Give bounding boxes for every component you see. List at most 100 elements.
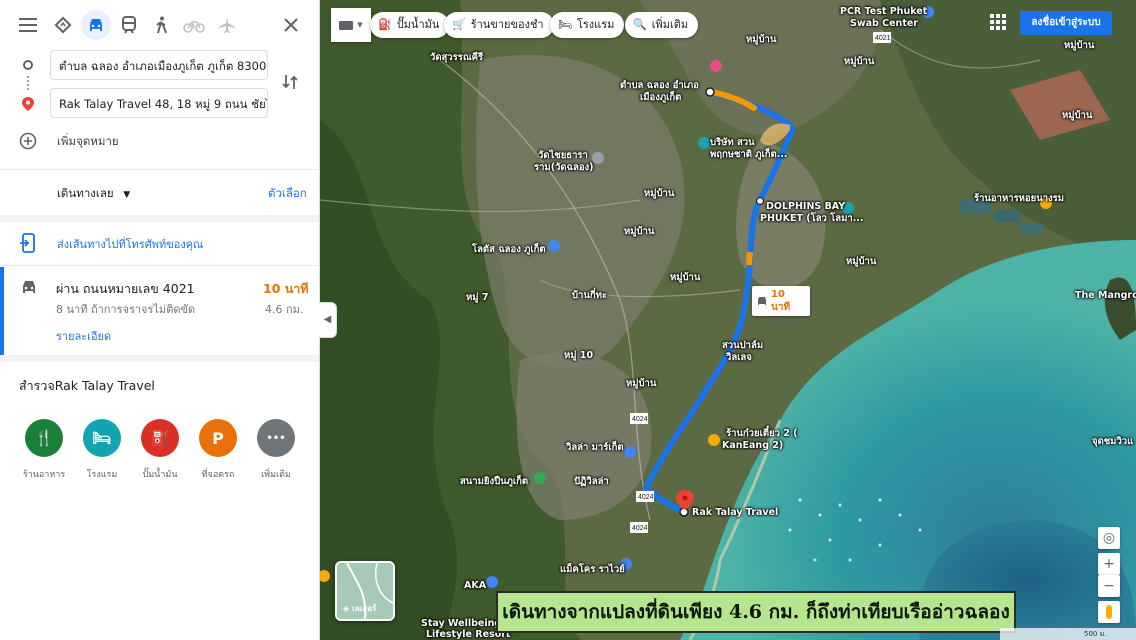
chip-more[interactable]: 🔍 เพิ่มเติม: [625, 12, 699, 38]
map-place-label[interactable]: วิลเลจ: [726, 352, 752, 364]
menu-icon[interactable]: [13, 10, 43, 40]
map-place-label[interactable]: ตำบล ฉลอง อำเภอ: [620, 80, 699, 92]
swap-icon[interactable]: [282, 73, 298, 95]
destination-input[interactable]: Rak Talay Travel 48, 18 หมู่ 9 ถนน ชัยไธ…: [50, 88, 268, 118]
scale-label: 500 ม.: [1084, 630, 1107, 638]
origin-input[interactable]: ตำบล ฉลอง อำเภอเมืองภูเก็ต ภูเก็ต 83000: [50, 50, 268, 80]
layers-icon: ◈: [343, 604, 350, 613]
map-place-label[interactable]: วิลล่า มาร์เก็ต: [566, 442, 624, 454]
map-place-label[interactable]: โลตัส ฉลอง ภูเก็ต: [472, 244, 546, 256]
chip-grocery[interactable]: 🛒 ร้านขายของชำ: [444, 12, 554, 38]
flight-mode-icon[interactable]: [212, 10, 242, 40]
map-place-label[interactable]: Rak Talay Travel: [692, 507, 778, 519]
layers-button[interactable]: ◈ เลเยอร์: [335, 561, 395, 621]
map-place-label[interactable]: เมืองภูเก็ต: [640, 92, 681, 104]
street-view-pegman[interactable]: [1098, 601, 1120, 623]
map-place-label[interactable]: หมู่บ้าน: [626, 378, 656, 390]
walking-mode-icon[interactable]: [146, 10, 176, 40]
map-place-label[interactable]: บ้านกี่ทะ: [572, 290, 607, 302]
best-route-icon[interactable]: [48, 10, 78, 40]
minus-icon: −: [1103, 578, 1115, 594]
map-footer: 500 ม.: [1000, 628, 1136, 640]
gas-station-icon[interactable]: ⛽: [141, 419, 179, 457]
car-icon: [20, 279, 38, 299]
chip-label: ร้านขายของชำ: [470, 18, 544, 31]
section-divider: [0, 215, 319, 222]
map-place-label[interactable]: หมู่ 7: [466, 292, 488, 304]
map-place-label[interactable]: หมู่บ้าน: [1062, 110, 1092, 122]
map-place-label[interactable]: หมู่บ้าน: [844, 56, 874, 68]
cart-icon: 🛒: [452, 18, 466, 31]
map-place-label[interactable]: KanEang 2): [722, 440, 783, 452]
hotel-icon[interactable]: 🛏: [83, 419, 121, 457]
map-place-label[interactable]: หมู่ 10: [564, 350, 593, 362]
route-option-card[interactable]: ผ่าน ถนนหมายเลข 4021 10 นาที 8 นาที ถ้าก…: [0, 267, 319, 355]
phone-icon[interactable]: [20, 233, 36, 257]
map-place-label[interactable]: หมู่บ้าน: [624, 226, 654, 238]
map-place-label[interactable]: หมู่บ้าน: [746, 34, 776, 46]
map-place-label[interactable]: ราม(วัดฉลอง): [534, 162, 594, 174]
route-duration: 10 นาที: [263, 281, 309, 296]
map-place-label[interactable]: พฤกษชาติ ภูเก็ต...: [710, 149, 788, 161]
chip-gas-station[interactable]: ⛽ ปั๊มน้ำมัน: [370, 12, 450, 38]
map-place-label[interactable]: AKA: [464, 580, 486, 592]
driving-mode-icon[interactable]: [81, 10, 111, 40]
my-location-button[interactable]: ◎: [1098, 527, 1120, 549]
map-place-label[interactable]: วัดสุวรรณคีรี: [430, 52, 483, 64]
route-details-link[interactable]: รายละเอียด: [56, 327, 111, 345]
sign-in-button[interactable]: ลงชื่อเข้าสู่ระบบ: [1020, 11, 1112, 35]
map-place-label[interactable]: สวนปาล์ม: [722, 340, 763, 352]
map-place-label[interactable]: ร้านก๋วยเตี๋ยว 2 (: [726, 428, 797, 440]
travel-mode-bar: [0, 0, 319, 50]
map-place-label[interactable]: สนามยิงปืนภูเก็ต: [460, 476, 528, 488]
map-place-label[interactable]: หมู่บ้าน: [1064, 40, 1094, 52]
apps-grid-icon[interactable]: [990, 14, 1006, 30]
depart-now-label: เดินทางเลย: [57, 186, 114, 200]
route-dots: [27, 76, 29, 90]
map-place-label[interactable]: PCR Test Phuket: [840, 6, 927, 18]
restaurant-icon[interactable]: 🍴: [25, 419, 63, 457]
map-place-label[interactable]: หมู่บ้าน: [846, 256, 876, 268]
more-icon[interactable]: •••: [257, 419, 295, 457]
explore-label: ร้านอาหาร: [22, 470, 66, 480]
depart-now-dropdown[interactable]: เดินทางเลย ▼: [57, 185, 130, 203]
caption-overlay: เดินทางจากแปลงที่ดินเพียง 4.6 กม. ก็ถึงท…: [496, 591, 1016, 633]
gas-pump-icon: ⛽: [378, 18, 392, 31]
parking-icon[interactable]: P: [199, 419, 237, 457]
explore-label: ปั๊มน้ำมัน: [142, 470, 178, 480]
zoom-out-button[interactable]: −: [1098, 575, 1120, 597]
map-canvas[interactable]: 4021 4024 4024 4024 ตำบล ฉลอง อำเภอ เมือ…: [320, 0, 1136, 640]
keyboard-shortcuts-button[interactable]: ▼: [331, 8, 371, 42]
map-place-label[interactable]: ร้านอาหารหอยนางรม: [974, 193, 1064, 205]
pegman-icon: [1106, 605, 1112, 619]
map-place-label[interactable]: บริษัท สวน: [710, 137, 755, 149]
bed-icon: 🛏: [558, 18, 572, 31]
map-place-label[interactable]: Swab Center: [850, 18, 918, 30]
section-divider: [0, 355, 319, 362]
google-maps-app: ตำบล ฉลอง อำเภอเมืองภูเก็ต ภูเก็ต 83000 …: [0, 0, 1136, 640]
chip-hotels[interactable]: 🛏 โรงแรม: [550, 12, 625, 38]
car-icon: [756, 296, 768, 309]
map-place-label[interactable]: แม็คโคร ราไวย์: [560, 564, 625, 576]
map-place-label[interactable]: วัดไชยธารา: [538, 150, 588, 162]
zoom-in-button[interactable]: +: [1098, 553, 1120, 575]
map-place-label[interactable]: หมู่บ้าน: [670, 272, 700, 284]
transit-mode-icon[interactable]: [114, 10, 144, 40]
map-place-label[interactable]: DOLPHINS BAY: [766, 201, 845, 213]
map-place-label[interactable]: จุดชมวิวแ: [1092, 436, 1133, 448]
options-button[interactable]: ตัวเลือก: [268, 185, 307, 203]
cycling-mode-icon[interactable]: [179, 10, 209, 40]
send-to-phone-link[interactable]: ส่งเส้นทางไปที่โทรศัพท์ของคุณ: [57, 235, 203, 253]
map-place-label[interactable]: The Mangrove: [1075, 290, 1136, 302]
collapse-panel-button[interactable]: ◀: [319, 302, 337, 338]
map-place-label[interactable]: หมู่บ้าน: [644, 188, 674, 200]
add-destination-button[interactable]: เพิ่มจุดหมาย: [57, 133, 119, 151]
map-place-label[interactable]: PHUKET (โลว โลมา...: [760, 213, 864, 225]
location-target-icon: ◎: [1102, 530, 1116, 546]
route-duration-callout[interactable]: 10 นาที 4.6 กม.: [752, 286, 810, 326]
add-destination-icon[interactable]: [19, 132, 37, 154]
map-place-label[interactable]: ปัฏิวิลล่า: [574, 476, 609, 488]
divider: [0, 169, 319, 170]
directions-panel: ตำบล ฉลอง อำเภอเมืองภูเก็ต ภูเก็ต 83000 …: [0, 0, 320, 640]
close-icon[interactable]: [276, 10, 306, 40]
